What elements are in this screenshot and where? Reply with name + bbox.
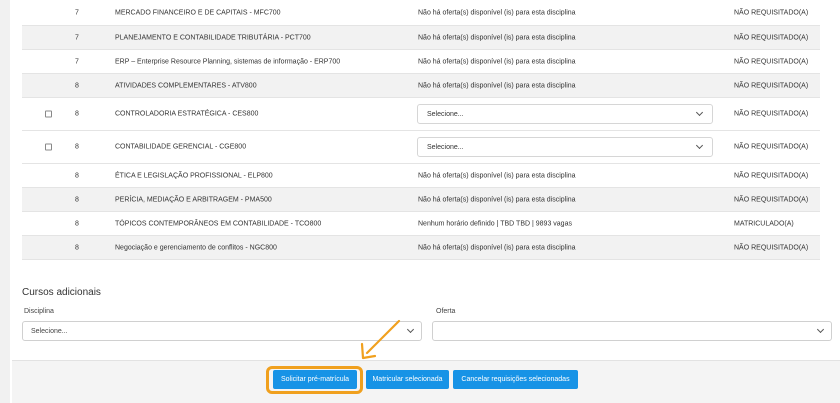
- table-row: 8 CONTROLADORIA ESTRATÉGICA - CES800 Selec…: [22, 98, 820, 131]
- annotation-arrow-icon: [360, 319, 401, 360]
- table-row: 7 ERP – Enterprise Resource Planning, sis…: [22, 50, 820, 74]
- disciplines-table: 7 MERCADO FINANCEIRO E DE CAPITAIS - MFC7…: [22, 0, 820, 260]
- row-discipline: CONTROLADORIA ESTRATÉGICA - CES800: [115, 110, 259, 118]
- row-checkbox-wrap: [45, 110, 52, 118]
- table-row: 8 ÉTICA E LEGISLAÇÃO PROFISSIONAL - ELP80…: [22, 164, 820, 188]
- row-status: NÃO REQUISITADO(A): [734, 143, 809, 151]
- disciplina-select-value: Selecione...: [31, 328, 68, 335]
- row-semester: 8: [75, 244, 79, 251]
- oferta-label: Oferta: [436, 308, 456, 315]
- row-status: NÃO REQUISITADO(A): [734, 82, 809, 89]
- table-row: 7 PLANEJAMENTO E CONTABILIDADE TRIBUTÁRIA…: [22, 26, 820, 50]
- highlight-box: [266, 366, 363, 394]
- row-offer: Nenhum horário definido | TBD TBD | 9893…: [418, 220, 572, 227]
- row-checkbox-wrap: [45, 143, 52, 151]
- table-row: 8 Negociação e gerenciamento de conflitos…: [22, 236, 820, 260]
- row-checkbox[interactable]: [45, 110, 52, 118]
- table-row: 8 ATIVIDADES COMPLEMENTARES - ATV800 Não h…: [22, 74, 820, 98]
- row-status: NÃO REQUISITADO(A): [734, 9, 809, 16]
- row-semester: 8: [75, 110, 79, 118]
- chevron-down-icon: [816, 325, 825, 334]
- row-offer: Não há oferta(s) disponível (is) para es…: [418, 244, 576, 251]
- row-discipline: MERCADO FINANCEIRO E DE CAPITAIS - MFC70…: [115, 9, 281, 16]
- row-discipline: Negociação e gerenciamento de conflitos …: [115, 244, 277, 251]
- row-offer-select-value: Selecione...: [427, 111, 464, 118]
- row-status: NÃO REQUISITADO(A): [734, 244, 809, 251]
- row-status: NÃO REQUISITADO(A): [734, 110, 809, 118]
- row-offer-select[interactable]: Selecione...: [417, 104, 713, 124]
- row-semester: 8: [75, 143, 79, 151]
- disciplina-label: Disciplina: [24, 308, 54, 315]
- row-offer-select[interactable]: Selecione...: [417, 137, 713, 157]
- row-status: NÃO REQUISITADO(A): [734, 172, 809, 179]
- row-discipline: PERÍCIA, MEDIAÇÃO E ARBITRAGEM - PMA500: [115, 196, 272, 203]
- row-discipline: ÉTICA E LEGISLAÇÃO PROFISSIONAL - ELP800: [115, 172, 273, 179]
- row-status: NÃO REQUISITADO(A): [734, 58, 809, 65]
- row-semester: 8: [75, 220, 79, 227]
- row-status: MATRICULADO(A): [734, 220, 794, 227]
- row-semester: 8: [75, 196, 79, 203]
- row-offer: Não há oferta(s) disponível (is) para es…: [418, 82, 576, 89]
- row-offer-select-value: Selecione...: [427, 144, 464, 151]
- matricular-selecionada-button[interactable]: Matricular selecionada: [366, 370, 449, 389]
- row-semester: 7: [75, 34, 79, 41]
- oferta-select[interactable]: [432, 321, 832, 341]
- table-row: 8 PERÍCIA, MEDIAÇÃO E ARBITRAGEM - PMA500…: [22, 188, 820, 212]
- chevron-down-icon: [695, 141, 704, 150]
- row-offer: Não há oferta(s) disponível (is) para es…: [418, 58, 576, 65]
- row-discipline: PLANEJAMENTO E CONTABILIDADE TRIBUTÁRIA …: [115, 34, 311, 41]
- row-discipline: ERP – Enterprise Resource Planning, sist…: [115, 58, 341, 65]
- row-status: NÃO REQUISITADO(A): [734, 196, 809, 203]
- row-discipline: CONTABILIDADE GERENCIAL - CGE800: [115, 143, 247, 151]
- section-title-cursos-adicionais: Cursos adicionais: [22, 287, 101, 298]
- table-row: 7 MERCADO FINANCEIRO E DE CAPITAIS - MFC7…: [22, 0, 820, 26]
- table-row: 8 CONTABILIDADE GERENCIAL - CGE800 Selecio…: [22, 131, 820, 164]
- row-offer: Não há oferta(s) disponível (is) para es…: [418, 9, 576, 16]
- row-discipline: ATIVIDADES COMPLEMENTARES - ATV800: [115, 82, 257, 89]
- chevron-down-icon: [406, 325, 415, 334]
- row-offer: Não há oferta(s) disponível (is) para es…: [418, 34, 576, 41]
- row-checkbox[interactable]: [45, 143, 52, 151]
- row-offer: Não há oferta(s) disponível (is) para es…: [418, 196, 576, 203]
- chevron-down-icon: [695, 108, 704, 117]
- row-offer: Não há oferta(s) disponível (is) para es…: [418, 172, 576, 179]
- row-semester: 7: [75, 58, 79, 65]
- cancelar-requisicoes-button[interactable]: Cancelar requisições selecionadas: [453, 370, 578, 389]
- row-status: NÃO REQUISITADO(A): [734, 34, 809, 41]
- row-semester: 8: [75, 172, 79, 179]
- row-discipline: TÓPICOS CONTEMPORÂNEOS EM CONTABILIDADE …: [115, 220, 322, 227]
- row-semester: 8: [75, 82, 79, 89]
- table-row: 8 TÓPICOS CONTEMPORÂNEOS EM CONTABILIDADE…: [22, 212, 820, 236]
- row-semester: 7: [75, 9, 79, 16]
